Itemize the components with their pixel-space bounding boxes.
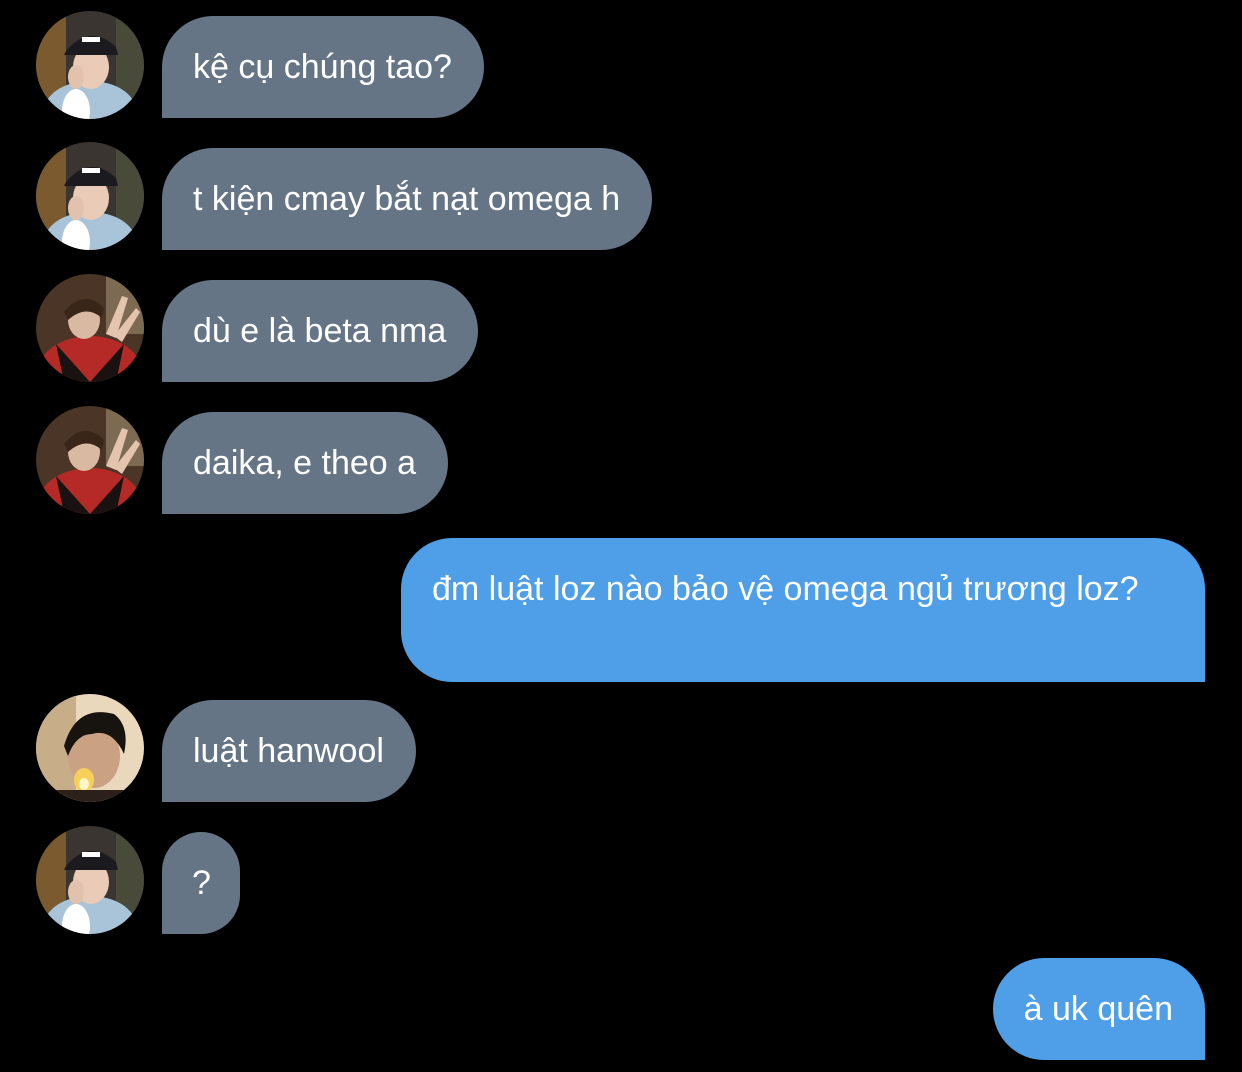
message-text: daika, e theo a — [193, 444, 417, 482]
message-text: dù e là beta nma — [193, 312, 447, 350]
incoming-message-bubble[interactable]: kệ cụ chúng tao? — [162, 16, 484, 118]
avatar-lighter[interactable] — [36, 694, 144, 802]
outgoing-message-bubble[interactable]: đm luật loz nào bảo vệ omega ngủ trương … — [401, 538, 1205, 682]
message-text: t kiện cmay bắt nạt omega h — [193, 180, 621, 218]
message-text: luật hanwool — [193, 732, 384, 770]
avatar-red[interactable] — [36, 274, 144, 382]
incoming-message-bubble[interactable]: dù e là beta nma — [162, 280, 479, 382]
message-text: ? — [192, 864, 211, 902]
avatar-cap[interactable] — [36, 826, 144, 934]
avatar-cap[interactable] — [36, 11, 144, 119]
message-text: à uk quên — [1023, 990, 1173, 1028]
incoming-message-bubble[interactable]: luật hanwool — [162, 700, 416, 802]
message-text: đm luật loz nào bảo vệ omega ngủ trương … — [432, 570, 1139, 608]
incoming-message-bubble[interactable]: ? — [162, 832, 240, 934]
avatar-red[interactable] — [36, 406, 144, 514]
incoming-message-bubble[interactable]: daika, e theo a — [162, 412, 449, 514]
message-text: kệ cụ chúng tao? — [193, 48, 452, 86]
incoming-message-bubble[interactable]: t kiện cmay bắt nạt omega h — [162, 148, 653, 250]
outgoing-message-bubble[interactable]: à uk quên — [992, 958, 1205, 1060]
avatar-cap[interactable] — [36, 142, 144, 250]
